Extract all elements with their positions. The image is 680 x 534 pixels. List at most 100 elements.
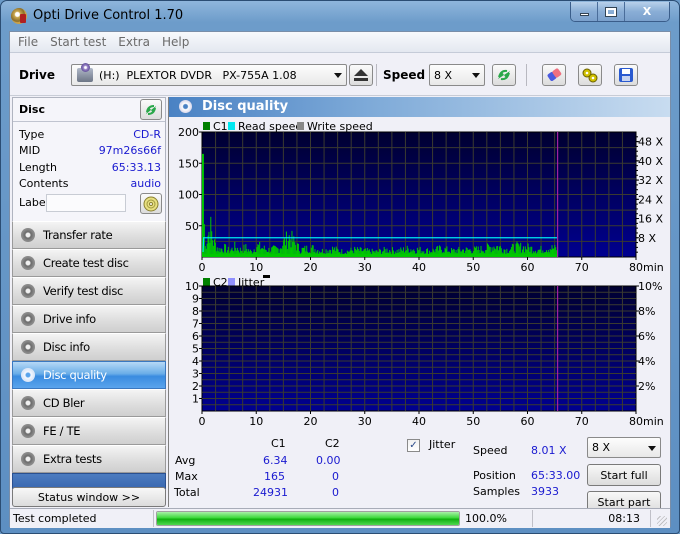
drive-select[interactable]: (H:) PLEXTOR DVDR PX-755A 1.08 — [71, 63, 347, 86]
stats-total-c2: 0 — [332, 486, 339, 499]
legend-read-speed-label: Read speed — [238, 120, 302, 133]
speed-select[interactable]: 8 X — [429, 64, 485, 86]
x-tick-label: 40 — [412, 415, 426, 428]
minimize-button[interactable] — [571, 2, 598, 21]
y2-tick-label: 10% — [638, 280, 662, 293]
nav-disc-info[interactable]: Disc info — [12, 333, 166, 361]
legend-read-speed-swatch — [228, 122, 235, 130]
elapsed-time: 08:13 — [608, 512, 640, 525]
eject-icon — [354, 69, 368, 81]
minimize-icon — [579, 13, 589, 16]
status-text: Test completed — [13, 512, 97, 525]
nav-cd-bler[interactable]: CD Bler — [12, 389, 166, 417]
save-icon — [619, 68, 633, 82]
progress-fill — [157, 512, 459, 525]
speed-label: Speed — [383, 68, 426, 82]
toolbar: Drive (H:) PLEXTOR DVDR PX-755A 1.08 Spe… — [10, 54, 670, 96]
disc-label-input[interactable] — [46, 194, 126, 212]
stats-max-c1: 165 — [264, 470, 285, 483]
disc-length-value: 65:33.13 — [111, 161, 161, 174]
eject-button[interactable] — [349, 64, 373, 86]
nav-fe-te[interactable]: FE / TE — [12, 417, 166, 445]
nav-label: Disc quality — [43, 368, 107, 382]
drive-icon — [77, 63, 93, 82]
stats-avg-c2: 0.00 — [316, 454, 341, 467]
refresh-icon — [146, 104, 156, 115]
menu-extra[interactable]: Extra — [112, 35, 156, 49]
y-tick-label: 5 — [192, 343, 199, 356]
nav-label: Verify test disc — [43, 284, 124, 298]
stats-avg-c1: 6.34 — [263, 454, 288, 467]
nav-disc-quality[interactable]: Disc quality — [12, 361, 166, 389]
y2-tick-label: 24 X — [638, 193, 663, 206]
nav-create-test-disc[interactable]: Create test disc — [12, 249, 166, 277]
resize-grip[interactable] — [657, 516, 667, 526]
menu-start-test[interactable]: Start test — [44, 35, 112, 49]
stats-panel: C1 C2 Avg 6.34 0.00 Max 165 0 Total 2493… — [169, 437, 671, 513]
y-tick-label: 150 — [178, 157, 199, 170]
disc-quality-icon — [21, 368, 35, 382]
extra-tests-icon — [21, 452, 35, 466]
jitter-checkbox[interactable]: ✓ — [407, 439, 420, 452]
nav-label: Disc info — [43, 340, 90, 354]
position-value: 65:33.00 — [531, 469, 581, 482]
y2-tick-label: 40 X — [638, 155, 663, 168]
nav-verify-test-disc[interactable]: Verify test disc — [12, 277, 166, 305]
y2-tick-label: 8 X — [638, 232, 656, 245]
x-tick-label: 70 — [575, 415, 589, 428]
chevron-down-icon — [334, 73, 342, 78]
maximize-button[interactable] — [598, 2, 625, 21]
refresh-button[interactable] — [492, 64, 516, 86]
y-tick-label: 100 — [178, 189, 199, 202]
erase-button[interactable] — [542, 64, 566, 86]
nav-label: Transfer rate — [43, 228, 113, 242]
disc-mid-key: MID — [19, 144, 41, 157]
y-tick-label: 200 — [178, 126, 199, 139]
test-speed-select[interactable]: 8 X — [587, 437, 661, 458]
settings-button[interactable] — [578, 64, 602, 86]
c2-chart: C2 Jitter 0 10 20 30 40 50 60 70 80 min1234567891… — [185, 275, 664, 428]
window-title: Opti Drive Control 1.70 — [33, 8, 184, 23]
refresh-icon — [498, 69, 510, 81]
save-button[interactable] — [614, 64, 638, 86]
menu-bar: File Start test Extra Help — [10, 32, 670, 53]
stats-max-label: Max — [175, 470, 198, 483]
nav-extra-tests[interactable]: Extra tests — [12, 445, 166, 473]
stats-col-c1: C1 — [271, 437, 286, 450]
menu-help[interactable]: Help — [156, 35, 195, 49]
x-tick-label: 60 — [521, 415, 535, 428]
close-button[interactable]: X — [625, 2, 669, 21]
start-full-button[interactable]: Start full — [587, 464, 661, 486]
c1-bar — [288, 235, 290, 257]
status-window-button[interactable]: Status window >> — [12, 487, 166, 507]
c1-bar — [207, 235, 209, 257]
x-tick-label: 20 — [304, 415, 318, 428]
c1-bar — [291, 230, 293, 257]
disc-row-contents: Contents audio — [19, 177, 161, 193]
title-bar[interactable]: Opti Drive Control 1.70 X — [1, 1, 679, 31]
speed-label: Speed — [473, 444, 508, 457]
nav-transfer-rate[interactable]: Transfer rate — [12, 221, 166, 249]
test-speed-value: 8 X — [592, 441, 611, 454]
disc-refresh-button[interactable] — [140, 99, 162, 120]
c1-bar — [210, 216, 212, 257]
jitter-checkbox-label: Jitter — [429, 438, 456, 451]
disc-type-value: CD-R — [133, 128, 161, 141]
nav-drive-info[interactable]: Drive info — [12, 305, 166, 333]
statusbar-divider — [153, 510, 154, 527]
disc-info-box: Disc Type CD-R MID 97m26s66f Length 65:3… — [12, 97, 166, 225]
y2-tick-label: 48 X — [638, 136, 663, 149]
transfer-rate-icon — [21, 228, 35, 242]
nav-label: CD Bler — [43, 396, 85, 410]
disc-label-button[interactable] — [140, 193, 162, 214]
statusbar-divider — [532, 510, 533, 527]
left-panel: Disc Type CD-R MID 97m26s66f Length 65:3… — [10, 97, 168, 512]
disc-contents-value: audio — [130, 177, 161, 190]
stats-max-c2: 0 — [332, 470, 339, 483]
c1-baseline — [203, 253, 558, 257]
y-tick-label: 1 — [192, 393, 199, 406]
y-tick-label: 7 — [192, 318, 199, 331]
verify-disc-icon — [21, 284, 35, 298]
nav-label: Drive info — [43, 312, 96, 326]
menu-file[interactable]: File — [12, 35, 44, 49]
